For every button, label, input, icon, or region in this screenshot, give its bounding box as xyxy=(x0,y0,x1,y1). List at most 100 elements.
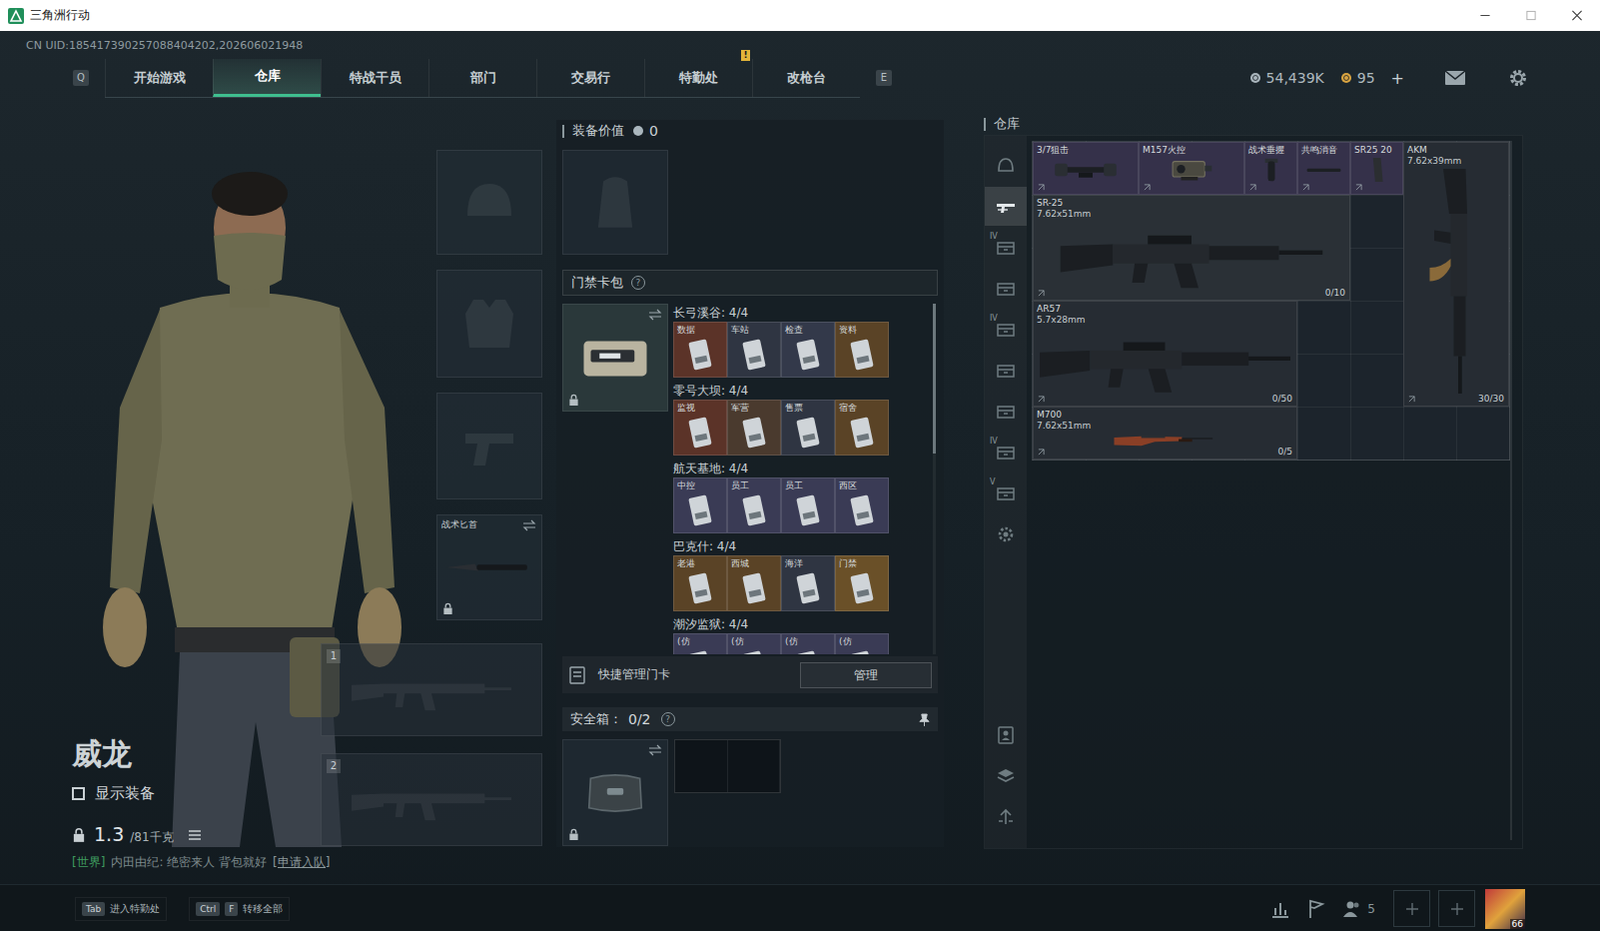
sidebar-item[interactable] xyxy=(984,268,1027,308)
help-button[interactable]: ? xyxy=(661,712,676,727)
keycard-icon xyxy=(846,569,877,608)
keycard[interactable]: 军营 xyxy=(727,399,782,456)
inventory-item[interactable]: 战术垂握 xyxy=(1244,141,1298,195)
pistol-slot[interactable] xyxy=(436,392,543,500)
keycard[interactable]: (仿 xyxy=(834,633,889,655)
pin-icon[interactable] xyxy=(918,713,930,727)
sidebar-item[interactable] xyxy=(984,186,1027,226)
knife-slot[interactable]: 战术匕首 xyxy=(436,514,543,621)
sidebar-item[interactable]: IV xyxy=(984,227,1027,267)
swap-icon[interactable] xyxy=(648,308,663,321)
sidebar-item[interactable] xyxy=(984,391,1027,431)
scrollbar-thumb[interactable] xyxy=(932,303,936,454)
sidebar-tool[interactable] xyxy=(984,715,1027,755)
stats-icon[interactable] xyxy=(1270,898,1291,919)
keycard[interactable]: 售票 xyxy=(781,399,835,456)
show-equipment-toggle[interactable]: 显示装备 xyxy=(71,784,321,803)
invite-slot[interactable] xyxy=(1393,889,1431,927)
sidebar-item[interactable]: V xyxy=(984,473,1027,513)
keycard[interactable]: 员工 xyxy=(781,477,835,534)
keycard-icon xyxy=(846,491,877,530)
sidebar-item[interactable] xyxy=(984,514,1027,554)
armor-slot[interactable] xyxy=(436,269,543,378)
inventory-item[interactable]: M7007.62x51mm0/5 xyxy=(1032,406,1298,460)
keycard-group-title: 巴克什: 4/4 xyxy=(673,537,928,556)
maximize-icon[interactable] xyxy=(1508,0,1555,31)
next-tab-key[interactable]: E xyxy=(875,69,892,86)
hotkey-hint[interactable]: Tab进入特勤处 xyxy=(74,896,167,921)
title-bar: 三角洲行动 xyxy=(0,0,1600,31)
nav-tab[interactable]: 开始游戏 xyxy=(104,58,213,97)
prev-tab-key[interactable]: Q xyxy=(72,69,89,86)
keycard[interactable]: (仿 xyxy=(781,633,835,655)
keycard[interactable]: (仿 xyxy=(673,633,728,655)
sidebar-tool[interactable] xyxy=(984,797,1027,836)
inventory-item[interactable]: AKM7.62x39mm30/30 xyxy=(1403,141,1510,407)
keycard[interactable]: 西区 xyxy=(834,477,889,534)
inventory-item[interactable]: AR575.7x28mm0/50 xyxy=(1032,300,1298,407)
sidebar-item[interactable]: IV xyxy=(984,309,1027,349)
nav-tab[interactable]: 部门 xyxy=(428,58,537,97)
keycard[interactable]: 检查 xyxy=(781,321,835,378)
keycard[interactable]: 监视 xyxy=(673,399,728,456)
player-avatar[interactable]: 66 xyxy=(1485,888,1526,929)
join-team-link[interactable]: [申请入队] xyxy=(272,853,330,871)
nav-tab[interactable]: 交易行 xyxy=(536,58,645,97)
mail-icon[interactable] xyxy=(1444,69,1467,86)
checkbox[interactable] xyxy=(71,787,85,800)
inventory-item[interactable]: M157火控 xyxy=(1138,141,1245,195)
inventory-item[interactable]: 共鸣消音 xyxy=(1297,141,1351,195)
keycard[interactable]: 门禁 xyxy=(834,555,889,612)
keycard[interactable]: 数据 xyxy=(673,321,728,378)
flag-icon[interactable] xyxy=(1306,898,1327,919)
weapon-slot[interactable]: 1 xyxy=(320,643,543,737)
hotkey-hint[interactable]: CtrlF转移全部 xyxy=(188,896,290,921)
keycard[interactable]: 海洋 xyxy=(781,555,835,612)
sidebar-item[interactable] xyxy=(984,350,1027,390)
inventory-item[interactable]: SR25 20 xyxy=(1350,141,1404,195)
keycard[interactable]: 老港 xyxy=(673,555,728,612)
helmet-slot[interactable] xyxy=(436,149,543,255)
close-icon[interactable] xyxy=(1554,0,1600,31)
keycard-case-slot[interactable] xyxy=(562,303,669,412)
safe-storage[interactable] xyxy=(674,739,782,794)
sidebar-item[interactable]: IV xyxy=(984,432,1027,472)
invite-slot[interactable] xyxy=(1438,889,1476,927)
weapon-slot[interactable]: 2 xyxy=(320,753,543,846)
gear-icon[interactable] xyxy=(1508,67,1529,88)
item-art xyxy=(1033,431,1297,459)
header: CN UID:185417390257088404202,20260602194… xyxy=(0,30,1600,97)
keycard[interactable]: 资料 xyxy=(834,321,889,378)
safe-cell[interactable] xyxy=(675,740,729,793)
keycard[interactable]: 西城 xyxy=(727,555,782,612)
player-level: 66 xyxy=(1510,918,1526,929)
scrollbar[interactable] xyxy=(1510,140,1513,840)
swap-icon[interactable] xyxy=(522,519,537,532)
nav-tab[interactable]: 特战干员 xyxy=(320,58,429,97)
add-currency-button[interactable]: + xyxy=(1391,68,1405,88)
inventory-item[interactable]: SR-257.62x51mm0/10 xyxy=(1032,194,1351,301)
scrollbar[interactable] xyxy=(932,303,936,655)
safe-cell[interactable] xyxy=(728,740,782,793)
nav-tab[interactable]: 改枪台 xyxy=(752,58,860,97)
keycard[interactable]: 中控 xyxy=(673,477,728,534)
safe-box-slot[interactable] xyxy=(562,739,669,846)
sidebar-item[interactable] xyxy=(984,145,1027,185)
keycard[interactable]: 车站 xyxy=(727,321,782,378)
sidebar-tool[interactable] xyxy=(984,756,1027,796)
keycard[interactable]: (仿 xyxy=(727,633,782,655)
keycard-label: 检查 xyxy=(785,323,803,337)
help-button[interactable]: ? xyxy=(631,275,646,290)
manage-button[interactable]: 管理 xyxy=(800,662,932,689)
backpack-slot[interactable] xyxy=(562,149,669,255)
keycard-row: 数据车站检查 资料 xyxy=(673,321,928,378)
list-icon[interactable] xyxy=(187,828,202,841)
inventory-item[interactable]: 3/7狙击 xyxy=(1032,141,1139,195)
swap-icon[interactable] xyxy=(648,744,663,757)
nav-tab[interactable]: 仓库 xyxy=(212,58,321,97)
keycard[interactable]: 员工 xyxy=(727,477,782,534)
nav-tab[interactable]: 特勤处! xyxy=(644,58,753,97)
keycard[interactable]: 宿舍 xyxy=(834,399,889,456)
friends-button[interactable]: 5 xyxy=(1342,898,1376,919)
minimize-icon[interactable] xyxy=(1462,0,1509,31)
